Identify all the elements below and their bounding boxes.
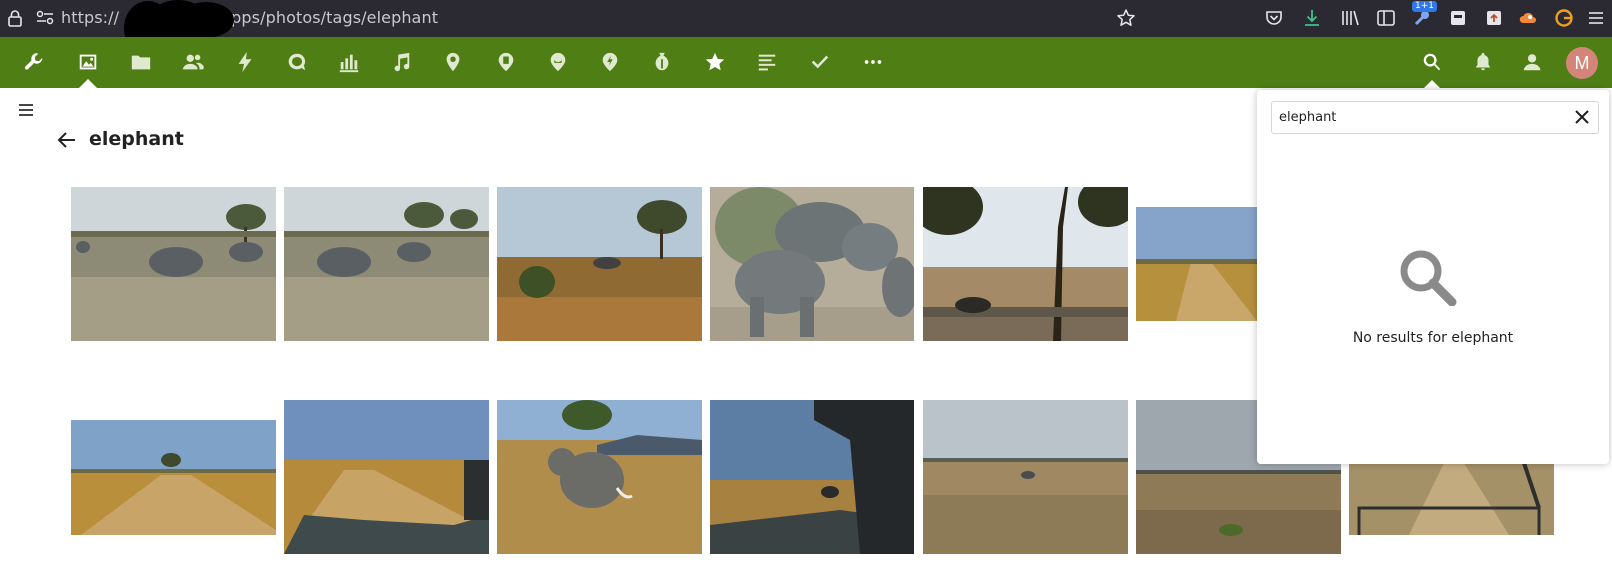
photo-thumbnail[interactable] [923,400,1128,554]
photo-thumbnail[interactable] [710,400,914,554]
image-icon[interactable] [76,50,100,74]
activity-icon[interactable] [233,50,257,74]
photo-thumbnail[interactable] [284,187,489,341]
location-icon[interactable] [441,50,465,74]
grammarly-icon[interactable] [1554,8,1574,28]
photo-thumbnail[interactable] [71,187,276,341]
search-icon [1400,250,1457,306]
photo-thumbnail[interactable] [1136,207,1257,321]
pin-icon[interactable] [546,50,570,74]
upload-extension-icon[interactable] [1484,8,1504,28]
photo-thumbnail[interactable] [497,187,702,341]
bookmark-star-icon[interactable] [1116,8,1136,28]
photo-thumbnail[interactable] [497,400,702,554]
money-icon[interactable] [650,50,674,74]
extension-badge: 1+1 [1412,1,1437,12]
hamburger-icon[interactable] [18,103,34,117]
photo-thumbnail[interactable] [710,187,914,341]
menu-icon[interactable] [1586,8,1606,28]
chart-icon[interactable] [337,50,361,74]
talk-icon[interactable] [285,50,309,74]
pin-icon[interactable] [494,50,518,74]
contacts-menu-icon[interactable] [1521,50,1545,74]
cloud-extension-icon[interactable] [1518,8,1538,28]
sidebar-icon[interactable] [1376,8,1396,28]
star-icon[interactable] [703,50,727,74]
folder-icon[interactable] [129,50,153,74]
pocket-icon[interactable] [1264,8,1284,28]
photo-thumbnail[interactable] [284,400,489,554]
lock-icon[interactable] [8,9,22,27]
photo-thumbnail[interactable] [1349,463,1554,535]
bell-icon[interactable] [1471,50,1495,74]
text-icon[interactable] [755,50,779,74]
permissions-icon[interactable] [36,10,54,26]
page-title: elephant [89,128,184,150]
more-icon[interactable] [861,50,885,74]
close-icon[interactable] [1574,109,1590,125]
browser-toolbar: https://pps/photos/tags/elephant 1+1 [0,0,1612,55]
search-icon[interactable] [1420,50,1444,74]
empty-state-message: No results for elephant [1352,330,1514,346]
search-input[interactable] [1271,101,1599,134]
photo-thumbnail[interactable] [71,420,276,535]
container-icon[interactable] [1448,8,1468,28]
library-icon[interactable] [1340,8,1360,28]
wrench-icon[interactable] [22,50,46,74]
search-popover: No results for elephant [1257,90,1609,464]
pin-icon[interactable] [598,50,622,74]
active-indicator [79,79,97,88]
photo-thumbnail[interactable] [923,187,1128,341]
popover-caret [1422,80,1442,90]
music-icon[interactable] [389,50,413,74]
avatar[interactable]: M [1566,47,1598,79]
download-icon[interactable] [1302,8,1322,28]
contacts-icon[interactable] [181,50,205,74]
back-arrow-icon[interactable] [57,131,77,149]
check-icon[interactable] [808,50,832,74]
